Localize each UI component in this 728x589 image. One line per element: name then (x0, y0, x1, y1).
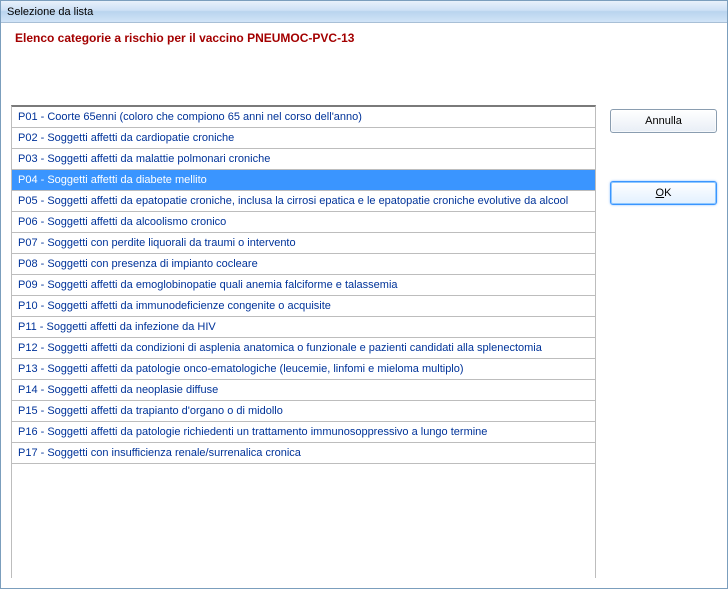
list-item[interactable]: P06 - Soggetti affetti da alcoolismo cro… (12, 212, 595, 233)
list-item[interactable]: P16 - Soggetti affetti da patologie rich… (12, 422, 595, 443)
list-item[interactable]: P04 - Soggetti affetti da diabete mellit… (12, 170, 595, 191)
list-item[interactable]: P14 - Soggetti affetti da neoplasie diff… (12, 380, 595, 401)
list-item[interactable]: P02 - Soggetti affetti da cardiopatie cr… (12, 128, 595, 149)
list-item[interactable]: P01 - Coorte 65enni (coloro che compiono… (12, 107, 595, 128)
list-item[interactable]: P07 - Soggetti con perdite liquorali da … (12, 233, 595, 254)
window-title: Selezione da lista (7, 6, 93, 18)
list-item[interactable]: P03 - Soggetti affetti da malattie polmo… (12, 149, 595, 170)
list-item[interactable]: P17 - Soggetti con insufficienza renale/… (12, 443, 595, 464)
side-buttons: Annulla OK (610, 57, 717, 578)
dialog-window: Selezione da lista Elenco categorie a ri… (0, 0, 728, 589)
list-item[interactable]: P13 - Soggetti affetti da patologie onco… (12, 359, 595, 380)
content-area: Elenco categorie a rischio per il vaccin… (1, 23, 727, 588)
list-item[interactable]: P09 - Soggetti affetti da emoglobinopati… (12, 275, 595, 296)
list-item[interactable]: P05 - Soggetti affetti da epatopatie cro… (12, 191, 595, 212)
ok-button-label: OK (656, 187, 672, 199)
cancel-button[interactable]: Annulla (610, 109, 717, 133)
category-list[interactable]: P01 - Coorte 65enni (coloro che compiono… (11, 105, 596, 578)
list-item[interactable]: P08 - Soggetti con presenza di impianto … (12, 254, 595, 275)
cancel-button-label: Annulla (645, 115, 682, 127)
list-item[interactable]: P12 - Soggetti affetti da condizioni di … (12, 338, 595, 359)
titlebar: Selezione da lista (1, 1, 727, 23)
page-heading: Elenco categorie a rischio per il vaccin… (11, 29, 717, 57)
list-item[interactable]: P10 - Soggetti affetti da immunodeficien… (12, 296, 595, 317)
list-item[interactable]: P11 - Soggetti affetti da infezione da H… (12, 317, 595, 338)
ok-button[interactable]: OK (610, 181, 717, 205)
main-area: P01 - Coorte 65enni (coloro che compiono… (11, 57, 717, 578)
list-item[interactable]: P15 - Soggetti affetti da trapianto d'or… (12, 401, 595, 422)
